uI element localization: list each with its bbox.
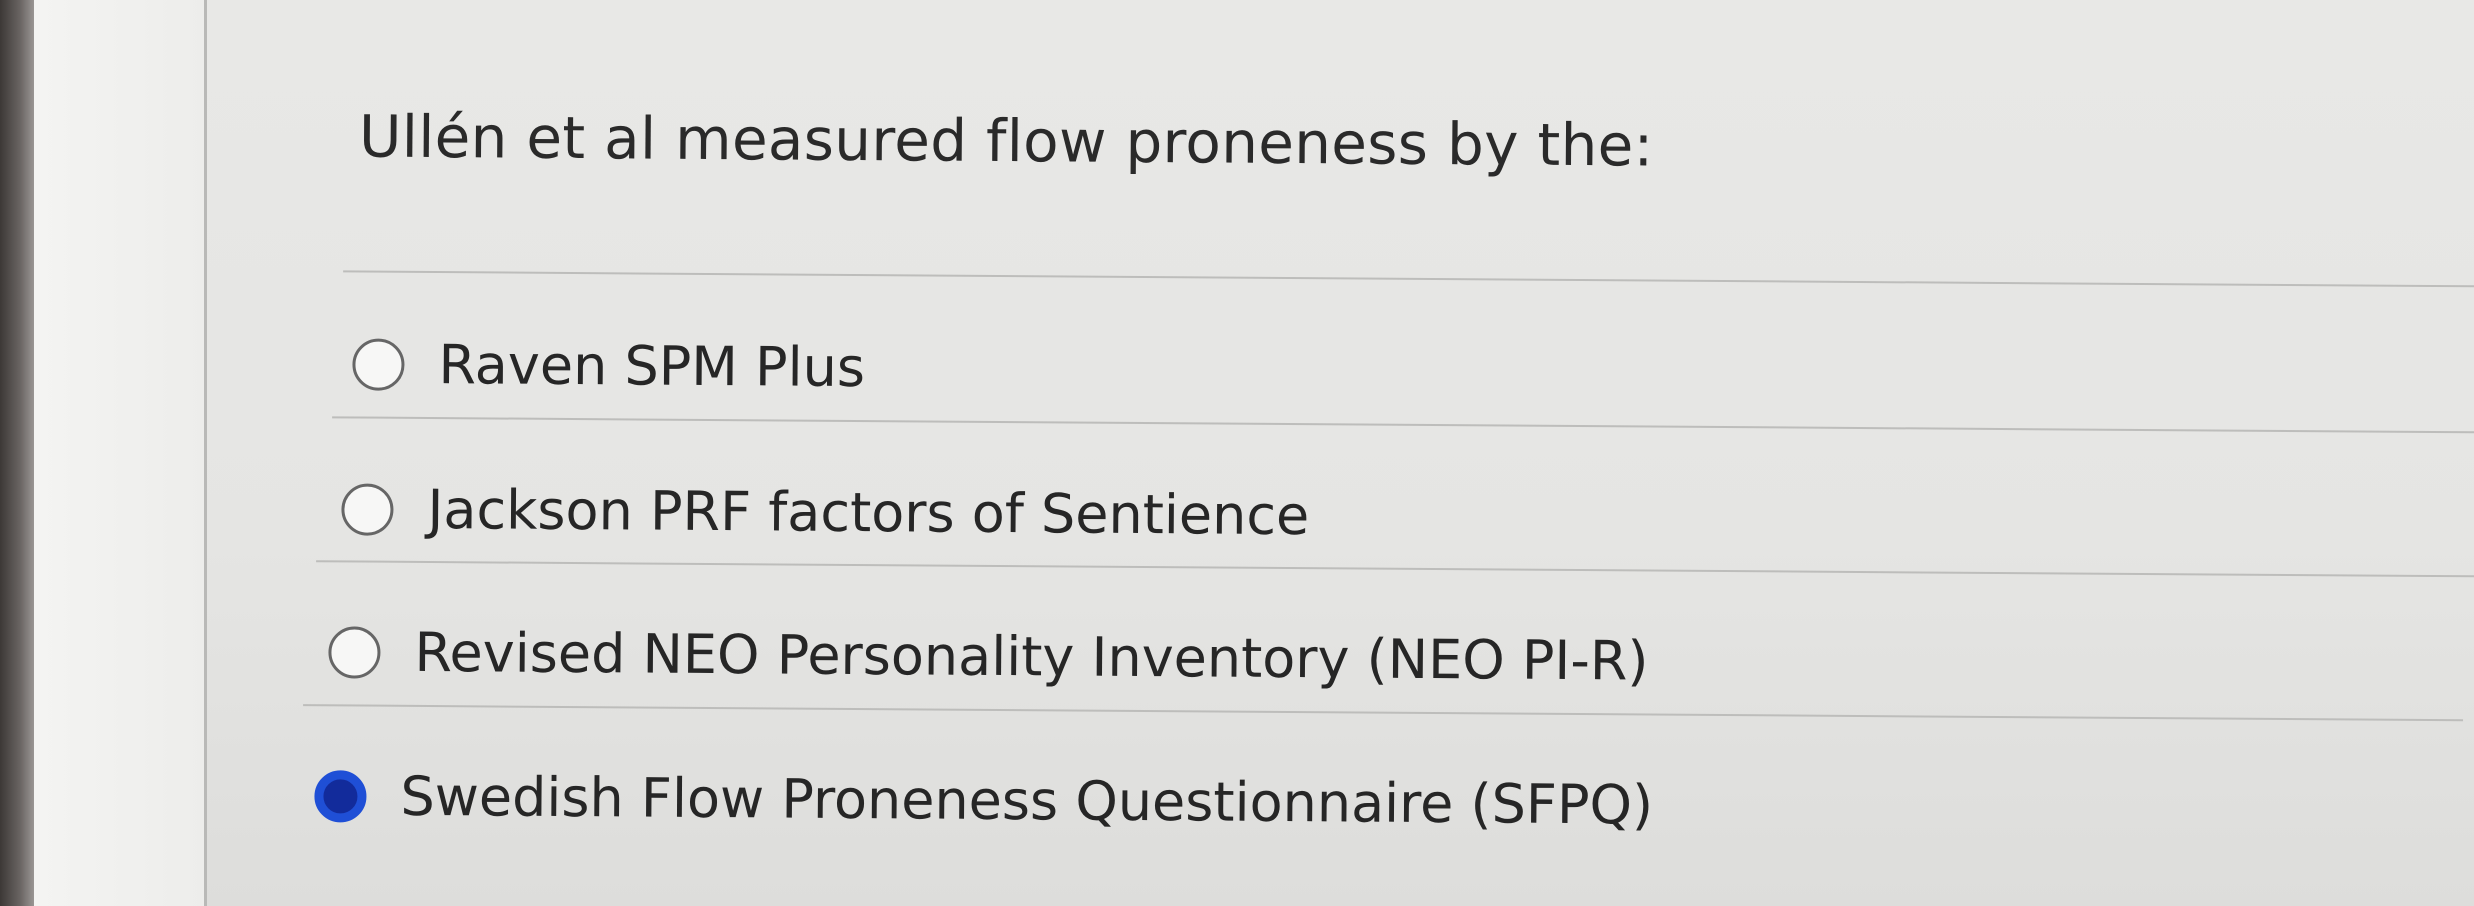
quiz-question: Ullén et al measured flow proneness by t… [0,0,2474,906]
option-raven-spm-plus[interactable]: Raven SPM Plus [352,332,865,399]
option-neo-pi-r[interactable]: Revised NEO Personality Inventory (NEO P… [328,620,1649,693]
option-label: Jackson PRF factors of Sentience [427,477,1310,548]
option-label: Revised NEO Personality Inventory (NEO P… [414,620,1649,693]
option-divider [303,704,2464,722]
radio-button-selected-icon[interactable] [314,769,367,823]
question-text: Ullén et al measured flow proneness by t… [358,102,1654,180]
photo-of-screen: Ullén et al measured flow proneness by t… [0,0,2474,906]
radio-button-unselected-icon[interactable] [328,625,381,679]
radio-button-unselected-icon[interactable] [341,482,394,536]
option-jackson-prf[interactable]: Jackson PRF factors of Sentience [341,477,1309,547]
option-label: Swedish Flow Proneness Questionnaire (SF… [400,764,1654,837]
option-divider [316,560,2474,578]
option-label: Raven SPM Plus [438,333,866,400]
option-divider [332,416,2474,434]
question-divider [343,270,2474,288]
radio-button-unselected-icon[interactable] [352,337,405,391]
option-sfpq[interactable]: Swedish Flow Proneness Questionnaire (SF… [314,764,1654,837]
